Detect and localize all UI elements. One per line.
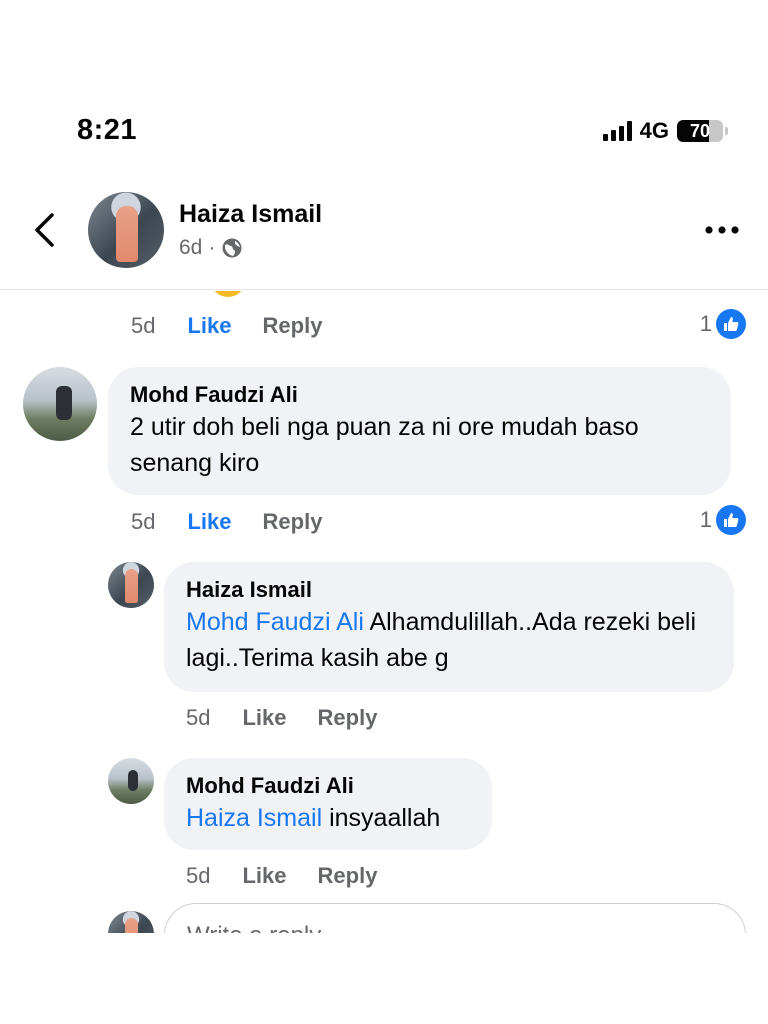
post-age: 6d <box>179 236 203 259</box>
reply-bubble: Haiza Ismail Mohd Faudzi Ali Alhamdulill… <box>164 562 734 692</box>
reaction-count: 1 <box>699 507 712 532</box>
more-options-button[interactable] <box>704 218 740 242</box>
mention-link[interactable]: Mohd Faudzi Ali <box>186 608 364 636</box>
reaction-count: 1 <box>699 311 712 336</box>
post-meta: 6d · <box>179 236 243 260</box>
more-horizontal-icon <box>705 226 739 234</box>
reply-button[interactable]: Reply <box>318 863 378 889</box>
thumbs-up-icon <box>716 505 746 535</box>
mention-link[interactable]: Haiza Ismail <box>186 804 322 832</box>
like-button[interactable]: Like <box>187 509 231 535</box>
status-bar: 8:21 4G 70 <box>0 0 768 160</box>
reply-author[interactable]: Haiza Ismail <box>186 576 712 604</box>
chevron-left-icon <box>35 213 54 247</box>
comment-bubble: Mohd Faudzi Ali 2 utir doh beli nga puan… <box>108 367 731 495</box>
comments-list: 5d Like Reply 1 Mohd Faudzi Ali 2 utir d… <box>0 291 768 933</box>
reply-avatar[interactable] <box>108 562 154 608</box>
author-name[interactable]: Haiza Ismail <box>179 200 322 229</box>
bottom-area <box>0 934 768 1024</box>
comment-actions: 5d Like Reply <box>131 313 322 339</box>
reply-time: 5d <box>186 863 211 888</box>
reply-button[interactable]: Reply <box>263 509 323 535</box>
author-avatar[interactable] <box>88 192 164 268</box>
reply-button[interactable]: Reply <box>263 313 323 339</box>
write-reply-input[interactable]: Write a reply... <box>164 903 746 933</box>
reply-text: Haiza Ismail insyaallah <box>186 800 470 836</box>
reply-text: Mohd Faudzi Ali Alhamdulillah..Ada rezek… <box>186 604 712 676</box>
comment-time: 5d <box>131 313 156 338</box>
reply-author[interactable]: Mohd Faudzi Ali <box>186 772 470 800</box>
back-button[interactable] <box>30 212 62 248</box>
reply-actions: 5d Like Reply <box>186 863 377 889</box>
comment-actions: 5d Like Reply <box>131 509 322 535</box>
reaction-summary[interactable]: 1 <box>700 505 746 535</box>
battery-level: 70 <box>689 120 711 141</box>
meta-separator: · <box>208 236 216 259</box>
battery-cap <box>725 127 728 135</box>
commenter-avatar[interactable] <box>23 367 97 441</box>
status-indicators: 4G 70 <box>602 118 728 144</box>
post-header: Haiza Ismail 6d · <box>0 170 768 290</box>
battery-icon: 70 <box>677 120 723 142</box>
like-button[interactable]: Like <box>242 705 286 731</box>
globe-icon <box>222 238 242 258</box>
like-button[interactable]: Like <box>242 863 286 889</box>
comment-author[interactable]: Mohd Faudzi Ali <box>130 381 709 409</box>
current-user-avatar <box>108 911 154 933</box>
status-time: 8:21 <box>77 114 138 146</box>
thumbs-up-icon <box>716 309 746 339</box>
reply-body: insyaallah <box>322 804 441 832</box>
reply-avatar[interactable] <box>108 758 154 804</box>
reply-actions: 5d Like Reply <box>186 705 377 731</box>
network-type: 4G <box>639 118 669 143</box>
comment-time: 5d <box>131 509 156 534</box>
reply-bubble: Mohd Faudzi Ali Haiza Ismail insyaallah <box>164 758 492 850</box>
like-button[interactable]: Like <box>187 313 231 339</box>
signal-icon <box>602 121 632 141</box>
emoji-reaction-icon <box>210 291 246 297</box>
reply-button[interactable]: Reply <box>318 705 378 731</box>
reply-time: 5d <box>186 705 211 730</box>
reaction-summary[interactable]: 1 <box>700 309 746 339</box>
comment-text: 2 utir doh beli nga puan za ni ore mudah… <box>130 413 639 477</box>
